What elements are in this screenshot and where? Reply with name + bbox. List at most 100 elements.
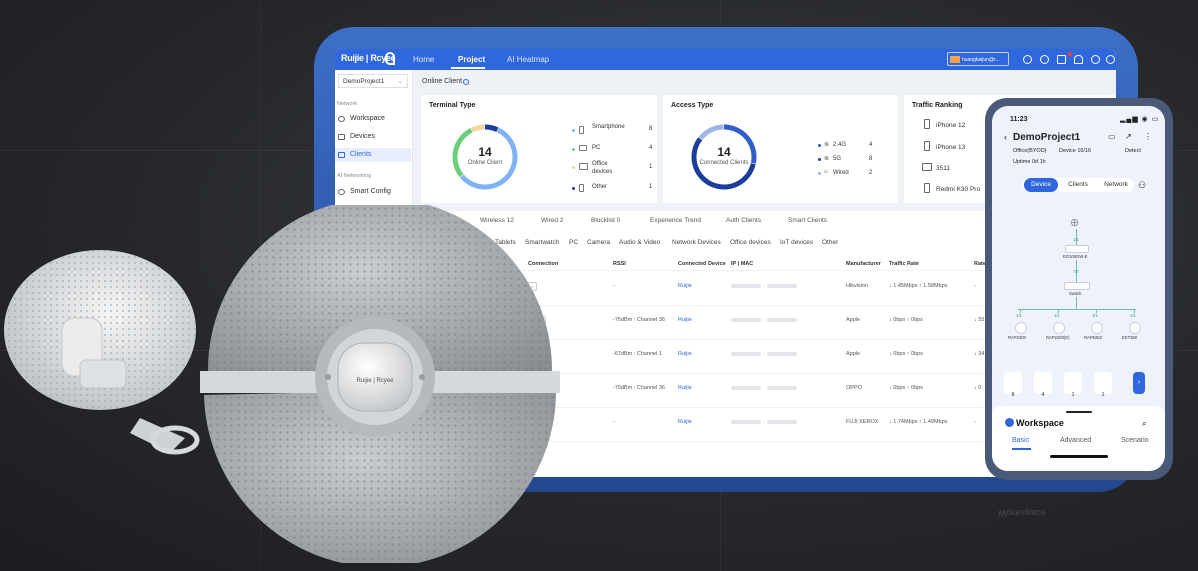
phone-icon <box>924 141 930 151</box>
search-icon[interactable] <box>1040 55 1049 64</box>
legend-value: 2 <box>869 170 873 176</box>
rank-device-name: iPhone 13 <box>936 144 966 151</box>
message-icon[interactable]: ▭ <box>1108 132 1116 141</box>
search-icon[interactable]: ⌕ <box>1142 418 1147 429</box>
user-account-select[interactable]: huangkaijun@r... <box>947 52 1009 66</box>
filter-other[interactable]: Other <box>822 239 838 246</box>
connected-device-link[interactable]: Ruijie <box>678 351 692 357</box>
manufacturer: Apple <box>846 317 861 323</box>
detect-link[interactable]: Detect <box>1125 148 1141 154</box>
topology-link <box>1096 309 1097 313</box>
traffic-rate: ↓ 1.45Mbps ↑ 1.58Mbps <box>889 283 948 289</box>
filter-office-devices[interactable]: Office devices <box>730 239 771 246</box>
connected-device-link[interactable]: Ruijie <box>678 317 692 323</box>
chevron-down-icon: ⌄ <box>397 78 403 85</box>
legend-label: Office devices <box>592 161 613 175</box>
sidebar-item-devices[interactable]: Devices <box>335 130 411 144</box>
wifi-icon: ≋ <box>824 142 830 148</box>
connected-device-link[interactable]: Ruijie <box>678 385 692 391</box>
device-type-card[interactable] <box>1064 372 1082 394</box>
printer-icon <box>922 163 932 171</box>
legend-label: PC <box>592 145 601 151</box>
ap-label: RAP2200(E) <box>1046 335 1070 340</box>
sidebar-section-label: AI Networking <box>337 173 372 179</box>
share-icon[interactable]: ↗ <box>1125 132 1132 141</box>
nav-project[interactable]: Project <box>458 55 485 64</box>
ap-node[interactable] <box>1015 322 1027 334</box>
ap-node[interactable] <box>1129 322 1141 334</box>
ap-ratio: 1/1 <box>1092 313 1098 318</box>
back-chevron-icon[interactable]: ‹ <box>1004 132 1007 142</box>
tab-advanced[interactable]: Advanced <box>1060 437 1091 444</box>
device-type-card[interactable] <box>1094 372 1112 394</box>
legend-label: Smartphone <box>592 124 625 130</box>
settings-icon[interactable] <box>1106 55 1115 64</box>
manufacturer: Apple <box>846 351 861 357</box>
tab-basic[interactable]: Basic <box>1012 437 1029 444</box>
ap-node[interactable] <box>1053 322 1065 334</box>
sidebar-item-label: Workspace <box>350 115 385 122</box>
next-arrow-icon[interactable]: › <box>1133 372 1145 394</box>
sidebar-item-smart-config[interactable]: Smart Config <box>335 185 411 199</box>
more-icon[interactable]: ⋮ <box>1144 132 1152 141</box>
rssi-value: -70dBm : Channel 36 <box>613 385 665 391</box>
gateway-node[interactable] <box>1065 245 1089 253</box>
device-type-count: 1 <box>1071 392 1075 398</box>
pc-icon <box>579 145 587 151</box>
masked-ip-mac <box>731 420 761 424</box>
connected-device-link[interactable]: Ruijie <box>678 283 692 289</box>
sheet-handle <box>1066 411 1092 413</box>
sidebar-item-label: Devices <box>350 133 375 140</box>
switch-node[interactable] <box>1064 282 1090 290</box>
clock-icon[interactable] <box>1023 55 1032 64</box>
bell-icon[interactable] <box>1074 55 1083 64</box>
donut-total-label: Connected Clients <box>699 160 749 166</box>
legend-dot <box>572 129 575 132</box>
masked-ip-mac <box>731 352 761 356</box>
segment-network[interactable]: Network <box>1098 178 1134 192</box>
project-select[interactable]: DemoProject1 ⌄ <box>338 74 408 88</box>
sidebar-item-workspace[interactable]: Workspace <box>335 112 411 126</box>
globe-icon[interactable] <box>1091 55 1100 64</box>
rate-value: - <box>974 283 976 289</box>
top-nav-bar: Ruijie | Rcyee Home Project AI Heatmap h… <box>335 49 1116 70</box>
tab-auth-clients[interactable]: Auth Clients <box>726 217 761 224</box>
connected-device-link[interactable]: Ruijie <box>678 419 692 425</box>
manufacturer: OPPO <box>846 385 862 391</box>
ap-label: EST350 <box>1122 335 1138 340</box>
nav-home[interactable]: Home <box>413 55 434 64</box>
refresh-icon[interactable] <box>463 79 469 85</box>
rssi-value: - <box>613 283 615 289</box>
traffic-rate: ↓ 0bps ↑ 0bps <box>889 385 923 391</box>
ap-node[interactable] <box>1091 322 1103 334</box>
legend-dot <box>818 172 821 175</box>
device-type-card[interactable] <box>1034 372 1052 394</box>
filter-pc[interactable]: PC <box>569 239 578 246</box>
sidebar-item-clients[interactable]: Clients <box>335 148 411 162</box>
tab-smart-clients[interactable]: Smart Clients <box>788 217 827 224</box>
access-type-card: Access Type 14 Connected Clients ≋ 2.4G … <box>663 95 898 203</box>
masked-ip-mac <box>731 386 761 390</box>
filter-network-devices[interactable]: Network Devices <box>672 239 721 246</box>
topology-icon[interactable]: ⚇ <box>1138 180 1146 191</box>
col-header-traffic-rate: Traffic Rate <box>889 261 919 267</box>
filter-camera[interactable]: Camera <box>587 239 610 246</box>
filter-iot-devices[interactable]: IoT devices <box>780 239 813 246</box>
donut-segment <box>484 124 499 133</box>
segment-clients[interactable]: Clients <box>1060 178 1096 192</box>
nav-ai-heatmap[interactable]: AI Heatmap <box>507 55 549 64</box>
status-time: 11:23 <box>1010 116 1028 123</box>
legend-label: 5G <box>833 156 842 162</box>
tab-scenario[interactable]: Scenario <box>1121 437 1149 444</box>
message-icon[interactable] <box>1057 55 1066 64</box>
filter-audio-video[interactable]: Audio & Video <box>619 239 660 246</box>
mobile-app-screen: 11:23 ▂▄▆ ◉ ▭ ‹ DemoProject1 ▭ ↗ ⋮ Offic… <box>992 106 1165 471</box>
tab-blocklist[interactable]: Blocklist 0 <box>591 217 620 224</box>
segment-device[interactable]: Device <box>1024 178 1058 192</box>
wifi-icon: ≋ <box>824 156 830 162</box>
active-tab-underline <box>1012 448 1031 450</box>
tab-experience-trend[interactable]: Experience Trend <box>650 217 701 224</box>
traffic-rate: ↓ 0bps ↑ 0bps <box>889 351 923 357</box>
device-type-card[interactable] <box>1004 372 1022 394</box>
traffic-rate: ↓ 1.74Mbps ↑ 1.49Mbps <box>889 419 948 425</box>
